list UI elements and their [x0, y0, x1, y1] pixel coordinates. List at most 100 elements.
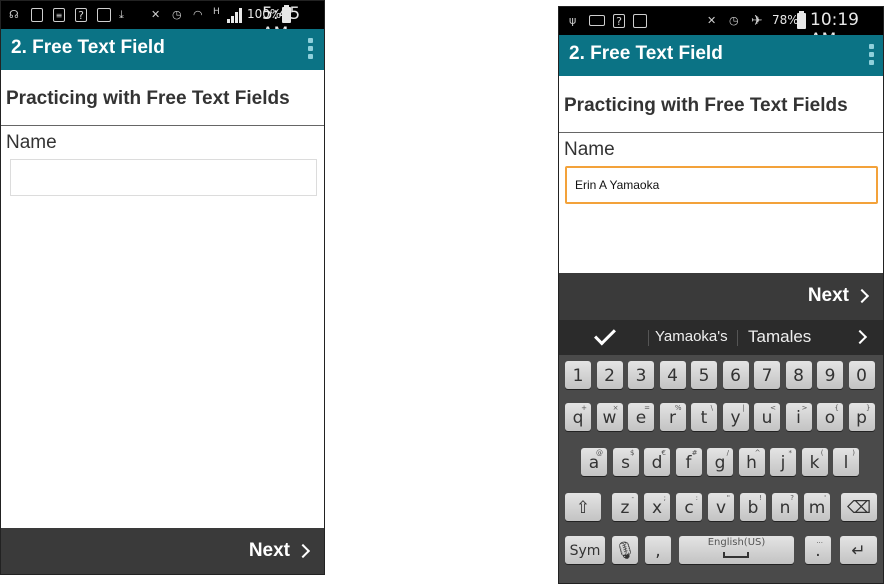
navigation-bar: Next — [1, 528, 324, 574]
key-label: b — [747, 498, 759, 518]
key-r[interactable]: % r — [659, 403, 686, 431]
overflow-menu-icon[interactable] — [308, 38, 314, 60]
key-sub-label: # — [691, 449, 698, 457]
check-icon[interactable] — [594, 323, 616, 346]
key-q[interactable]: + q — [565, 403, 591, 431]
key-sub-label: ' — [824, 494, 826, 502]
key-sub-label: × — [612, 404, 619, 412]
key-c[interactable]: :c — [676, 493, 702, 521]
key-sub-label: € — [661, 449, 666, 457]
mute-icon: ✕ — [707, 14, 717, 27]
shift-key[interactable]: ⇧ — [565, 493, 601, 521]
mute-icon: ✕ — [151, 8, 161, 21]
key-j[interactable]: * j — [770, 448, 796, 476]
key-sub-label: $ — [630, 449, 635, 457]
key-4[interactable]: 4 — [659, 361, 686, 389]
suggestion-item[interactable]: Yamaoka's — [655, 328, 728, 345]
enter-key[interactable]: ↵ — [840, 536, 877, 564]
headphones-icon: ☊ — [9, 8, 19, 21]
key-label: x — [651, 498, 663, 518]
key-label: n — [779, 498, 791, 518]
divider — [559, 132, 883, 133]
key-sub-label: * — [788, 449, 793, 457]
section-heading: Practicing with Free Text Fields — [564, 95, 848, 116]
battery-percent: 78% — [772, 13, 799, 27]
key-y[interactable]: | y — [722, 403, 749, 431]
keyboard: 1234567890 + q × w = e% r \ t | y < u > i{o} p @ a $ s € d # f… — [559, 355, 883, 583]
key-sub-label: ; — [663, 494, 666, 502]
mic-key[interactable]: 🎙 — [612, 536, 638, 564]
key-b[interactable]: ! b — [740, 493, 766, 521]
key-sub-label: { — [834, 404, 839, 412]
space-icon — [723, 552, 749, 558]
key-i[interactable]: > i — [785, 403, 812, 431]
key-z[interactable]: -z — [612, 493, 638, 521]
network-type-text: H — [213, 7, 220, 17]
key-sub-label: % — [674, 404, 682, 412]
overflow-menu-icon[interactable] — [869, 44, 875, 66]
key-n[interactable]: ? n — [772, 493, 798, 521]
space-key[interactable]: English(US) — [679, 536, 794, 564]
key-sub-label: " — [726, 494, 730, 502]
key-label: z — [620, 498, 630, 518]
section-heading: Practicing with Free Text Fields — [6, 88, 290, 109]
key-sub-label: : — [695, 494, 698, 502]
key-s[interactable]: $ s — [612, 448, 639, 476]
key-l[interactable]: ) l — [833, 448, 859, 476]
image-icon — [97, 8, 111, 22]
key-7[interactable]: 7 — [754, 361, 780, 389]
key-w[interactable]: × w — [596, 403, 623, 431]
enter-icon: ↵ — [851, 541, 866, 561]
backspace-key[interactable]: ⌫ — [841, 493, 877, 521]
phone-screen-right: ψ ? ✕ ◷ ✈ 78% 10:19 AM 2. Free Text Fiel… — [558, 6, 884, 584]
backspace-icon: ⌫ — [846, 498, 872, 518]
key-2[interactable]: 2 — [596, 361, 623, 389]
key-f[interactable]: # f — [675, 448, 702, 476]
key-h[interactable]: ^ h — [738, 448, 765, 476]
key-1[interactable]: 1 — [565, 361, 591, 389]
key-0[interactable]: 0 — [848, 361, 875, 389]
signal-icon — [227, 7, 243, 23]
key-x[interactable]: ; x — [644, 493, 670, 521]
status-bar: ☊ ≡ ? ⤓ ✕ ◷ ◠ H 100% 5:45 AM — [1, 1, 324, 44]
period-key[interactable]: ... . — [805, 536, 831, 564]
sym-key[interactable]: Sym — [565, 536, 605, 564]
key-3[interactable]: 3 — [628, 361, 654, 389]
key-sub-label: / — [726, 449, 729, 457]
key-k[interactable]: (k — [801, 448, 828, 476]
key-u[interactable]: < u — [754, 403, 780, 431]
key-6[interactable]: 6 — [722, 361, 749, 389]
image-icon — [633, 14, 647, 28]
name-input[interactable] — [10, 159, 317, 196]
key-sub-label: < — [770, 404, 776, 412]
chevron-right-icon[interactable] — [852, 329, 868, 345]
suggestion-item[interactable]: Tamales — [748, 327, 811, 347]
key-e[interactable]: = e — [628, 403, 654, 431]
key-label: c — [684, 498, 694, 518]
key-d[interactable]: € d — [644, 448, 670, 476]
key-5[interactable]: 5 — [691, 361, 717, 389]
key-8[interactable]: 8 — [785, 361, 812, 389]
key-m[interactable]: ' m — [804, 493, 830, 521]
comma-key[interactable]: , — [645, 536, 671, 564]
key-sub-label: ^ — [754, 449, 761, 457]
name-input[interactable] — [565, 166, 878, 204]
key-sub-label: > — [801, 404, 808, 412]
key-v[interactable]: " v — [708, 493, 734, 521]
key-g[interactable]: / g — [707, 448, 733, 476]
help-icon: ? — [75, 8, 87, 22]
key-o[interactable]: {o — [817, 403, 843, 431]
phone-screen-left: ☊ ≡ ? ⤓ ✕ ◷ ◠ H 100% 5:45 AM 2. Free Tex… — [0, 0, 325, 575]
key-sub-label: @ — [596, 449, 603, 457]
key-9[interactable]: 9 — [817, 361, 843, 389]
key-t[interactable]: \ t — [691, 403, 717, 431]
key-a[interactable]: @ a — [581, 448, 607, 476]
next-button[interactable]: Next — [808, 285, 871, 307]
key-label: y — [730, 408, 741, 428]
key-label: g — [714, 453, 726, 473]
key-sub-label: ! — [759, 494, 762, 502]
key-p[interactable]: } p — [848, 403, 875, 431]
app-title: 2. Free Text Field — [569, 43, 723, 64]
sd-card-icon — [31, 8, 43, 22]
next-button[interactable]: Next — [249, 540, 312, 562]
